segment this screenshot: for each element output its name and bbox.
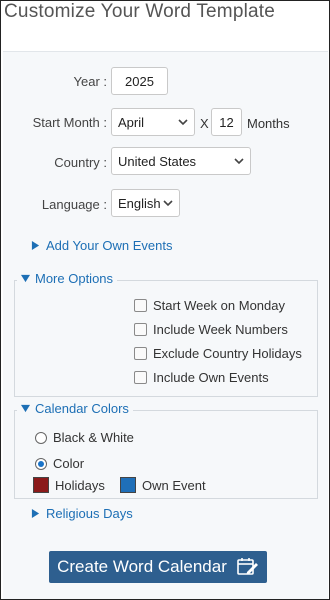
app-frame: Customize Your Word Template Year : 2025… (0, 0, 330, 600)
checkbox-label: Include Week Numbers (153, 322, 288, 337)
create-button-label: Create Word Calendar (57, 557, 227, 576)
multiply-label: X (200, 116, 209, 131)
country-select[interactable]: United States (111, 147, 251, 175)
checkbox-include-week-numbers[interactable]: Include Week Numbers (134, 322, 288, 337)
holidays-color-swatch[interactable] (33, 477, 49, 493)
religious-days-label: Religious Days (46, 506, 133, 521)
add-own-events-label: Add Your Own Events (46, 238, 173, 253)
triangle-right-icon (31, 241, 40, 250)
radio-black-white[interactable]: Black & White (35, 430, 134, 445)
year-input[interactable]: 2025 (111, 67, 168, 95)
checkbox-label: Exclude Country Holidays (153, 346, 302, 361)
own-event-label: Own Event (142, 478, 206, 493)
country-value: United States (118, 153, 197, 169)
religious-days-link[interactable]: Religious Days (31, 506, 133, 521)
triangle-right-icon (31, 509, 40, 518)
calendar-colors-label: Calendar Colors (35, 401, 129, 416)
checkbox-start-week-monday[interactable]: Start Week on Monday (134, 298, 285, 313)
own-event-color-swatch[interactable] (120, 477, 136, 493)
start-month-select[interactable]: April (111, 108, 195, 136)
language-select[interactable]: English (111, 189, 180, 217)
language-value: English (118, 195, 161, 211)
more-options-toggle[interactable]: More Options (17, 271, 118, 286)
edit-calendar-icon (237, 558, 258, 575)
checkbox-exclude-country-holidays[interactable]: Exclude Country Holidays (134, 346, 302, 361)
radio-button[interactable] (35, 431, 47, 444)
checkbox[interactable] (134, 347, 147, 360)
checkbox-label: Start Week on Monday (153, 298, 285, 313)
start-month-label: Start Month : (32, 115, 107, 130)
options-panel: Year : 2025 Start Month : April X 12 Mon… (3, 51, 328, 599)
checkbox[interactable] (134, 371, 147, 384)
radio-button[interactable] (35, 457, 47, 470)
radio-color[interactable]: Color (35, 456, 84, 471)
chevron-down-icon (178, 119, 188, 126)
checkbox[interactable] (134, 299, 147, 312)
checkbox[interactable] (134, 323, 147, 336)
radio-label: Color (53, 456, 85, 471)
year-label: Year : (73, 74, 108, 89)
page-title: Customize Your Word Template (4, 1, 276, 22)
calendar-colors-toggle[interactable]: Calendar Colors (17, 401, 133, 416)
chevron-down-icon (163, 200, 173, 207)
months-label: Months (247, 116, 290, 131)
language-label: Language : (41, 197, 107, 212)
more-options-label: More Options (35, 271, 114, 286)
chevron-down-icon (234, 158, 244, 165)
holidays-label: Holidays (55, 478, 105, 493)
start-month-value: April (118, 114, 145, 130)
checkbox-label: Include Own Events (153, 370, 269, 385)
checkbox-include-own-events[interactable]: Include Own Events (134, 370, 269, 385)
radio-label: Black & White (53, 430, 134, 445)
add-own-events-link[interactable]: Add Your Own Events (31, 238, 172, 253)
months-count-input[interactable]: 12 (211, 108, 242, 136)
create-word-calendar-button[interactable]: Create Word Calendar (49, 551, 267, 583)
triangle-down-icon (21, 274, 30, 283)
country-label: Country : (54, 155, 107, 170)
triangle-down-icon (21, 404, 30, 413)
